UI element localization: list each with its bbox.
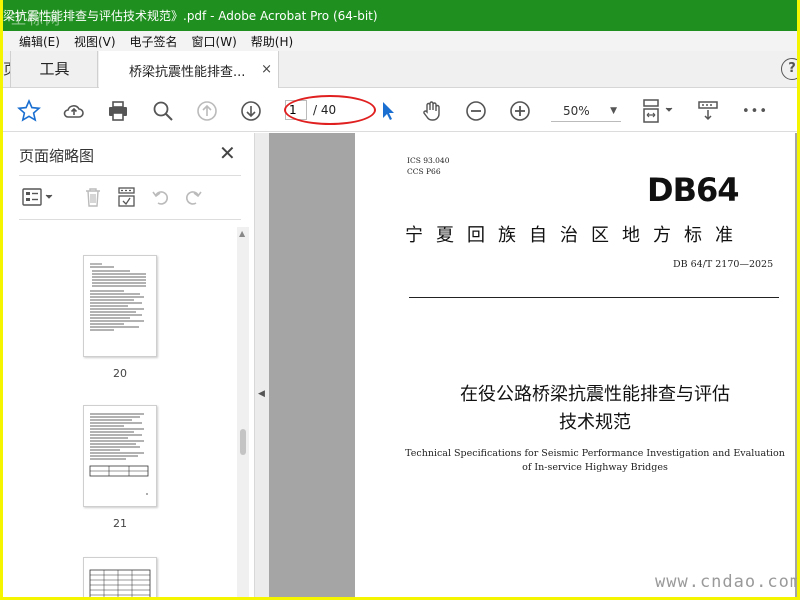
- watermark-logo: 工标网: [11, 10, 63, 28]
- delete-icon[interactable]: [81, 185, 105, 209]
- document-view[interactable]: ICS 93.040 CCS P66 DB64 宁夏回族自治区地方标准 DB 6…: [269, 133, 797, 597]
- page-layout-icon[interactable]: [641, 98, 677, 124]
- hand-tool-icon[interactable]: [419, 98, 445, 124]
- ccs-line: CCS P66: [407, 167, 441, 176]
- tab-home[interactable]: 页: [3, 51, 11, 88]
- collapse-arrow-icon[interactable]: ◀: [258, 389, 265, 399]
- cloud-upload-icon[interactable]: [61, 98, 87, 124]
- page-thumbnail-21[interactable]: [83, 405, 157, 507]
- search-icon[interactable]: [150, 98, 176, 124]
- tab-home-label: 页: [3, 60, 10, 78]
- panel-collapse-strip[interactable]: ◀: [255, 133, 269, 597]
- scroll-thumb[interactable]: [240, 429, 246, 455]
- toolbar: / 40 50% ▼ •••: [3, 88, 797, 132]
- page-thumbnail-20[interactable]: [83, 255, 157, 357]
- thumbnail-list: 20 21: [19, 227, 233, 597]
- zoom-in-icon[interactable]: [507, 98, 533, 124]
- document-title-en: Technical Specifications for Seismic Per…: [405, 448, 785, 473]
- panel-title: 页面缩略图: [19, 147, 95, 165]
- menu-window[interactable]: 窗口(W): [192, 33, 237, 50]
- standard-code: DB 64/T 2170—2025: [673, 259, 774, 270]
- tab-row: 页 工具 桥梁抗震性能排查... ×: [3, 51, 797, 89]
- menu-e-sign[interactable]: 电子签名: [130, 33, 178, 50]
- divider: [19, 175, 241, 176]
- select-cursor-icon[interactable]: [375, 98, 401, 124]
- tab-document-label: 桥梁抗震性能排查...: [129, 64, 246, 80]
- tab-tools[interactable]: 工具: [12, 51, 98, 88]
- ics-code: ICS 93.040 CCS P66: [407, 155, 449, 177]
- annotation-circle: [284, 95, 376, 125]
- rotate-right-icon[interactable]: [181, 185, 205, 209]
- page-thumbnail-22[interactable]: [83, 557, 157, 597]
- site-watermark: www.cndao.com: [655, 572, 797, 592]
- document-title-zh: 在役公路桥梁抗震性能排查与评估 技术规范: [395, 381, 795, 437]
- thumbnail-label: 21: [113, 517, 127, 530]
- thumbnail-scrollbar[interactable]: ▲: [237, 227, 249, 597]
- print-icon[interactable]: [105, 98, 131, 124]
- divider: [409, 297, 779, 298]
- menu-edit[interactable]: 编辑(E): [19, 33, 60, 50]
- title-line-1: 在役公路桥梁抗震性能排查与评估: [460, 384, 730, 405]
- close-panel-icon[interactable]: ✕: [219, 141, 236, 165]
- ics-line: ICS 93.040: [407, 156, 450, 165]
- more-options-icon[interactable]: •••: [742, 98, 768, 124]
- thumbnail-options-icon[interactable]: [21, 185, 57, 209]
- close-tab-icon[interactable]: ×: [261, 62, 272, 77]
- rotate-left-icon[interactable]: [149, 185, 173, 209]
- scroll-up-icon[interactable]: ▲: [239, 229, 245, 238]
- app-window: 梁抗震性能排查与评估技术规范》.pdf - Adobe Acrobat Pro …: [3, 0, 797, 597]
- chevron-down-icon: ▼: [610, 106, 617, 116]
- zoom-out-icon[interactable]: [463, 98, 489, 124]
- menu-help[interactable]: 帮助(H): [251, 33, 293, 50]
- menu-view[interactable]: 视图(V): [74, 33, 116, 50]
- title-line-2: 技术规范: [559, 412, 631, 433]
- menu-bar: 编辑(E) 视图(V) 电子签名 窗口(W) 帮助(H): [3, 31, 797, 51]
- title-bar: 梁抗震性能排查与评估技术规范》.pdf - Adobe Acrobat Pro …: [3, 0, 797, 31]
- db-logo: DB64: [647, 171, 739, 209]
- help-icon[interactable]: ?: [781, 58, 797, 80]
- extract-pages-icon[interactable]: [115, 185, 139, 209]
- next-page-icon[interactable]: [238, 98, 264, 124]
- scroll-mode-icon[interactable]: [695, 98, 721, 124]
- thumbnail-panel: 页面缩略图 ✕ 20 21 ▲: [3, 133, 255, 597]
- zoom-value: 50%: [563, 103, 590, 118]
- pdf-page: ICS 93.040 CCS P66 DB64 宁夏回族自治区地方标准 DB 6…: [355, 133, 795, 597]
- thumbnail-label: 20: [113, 367, 127, 380]
- tab-document[interactable]: 桥梁抗震性能排查... ×: [99, 51, 279, 89]
- zoom-select[interactable]: 50% ▼: [551, 100, 621, 122]
- star-icon[interactable]: [16, 98, 42, 124]
- divider: [19, 219, 241, 220]
- standard-name: 宁夏回族自治区地方标准: [405, 225, 746, 246]
- previous-page-icon[interactable]: [194, 98, 220, 124]
